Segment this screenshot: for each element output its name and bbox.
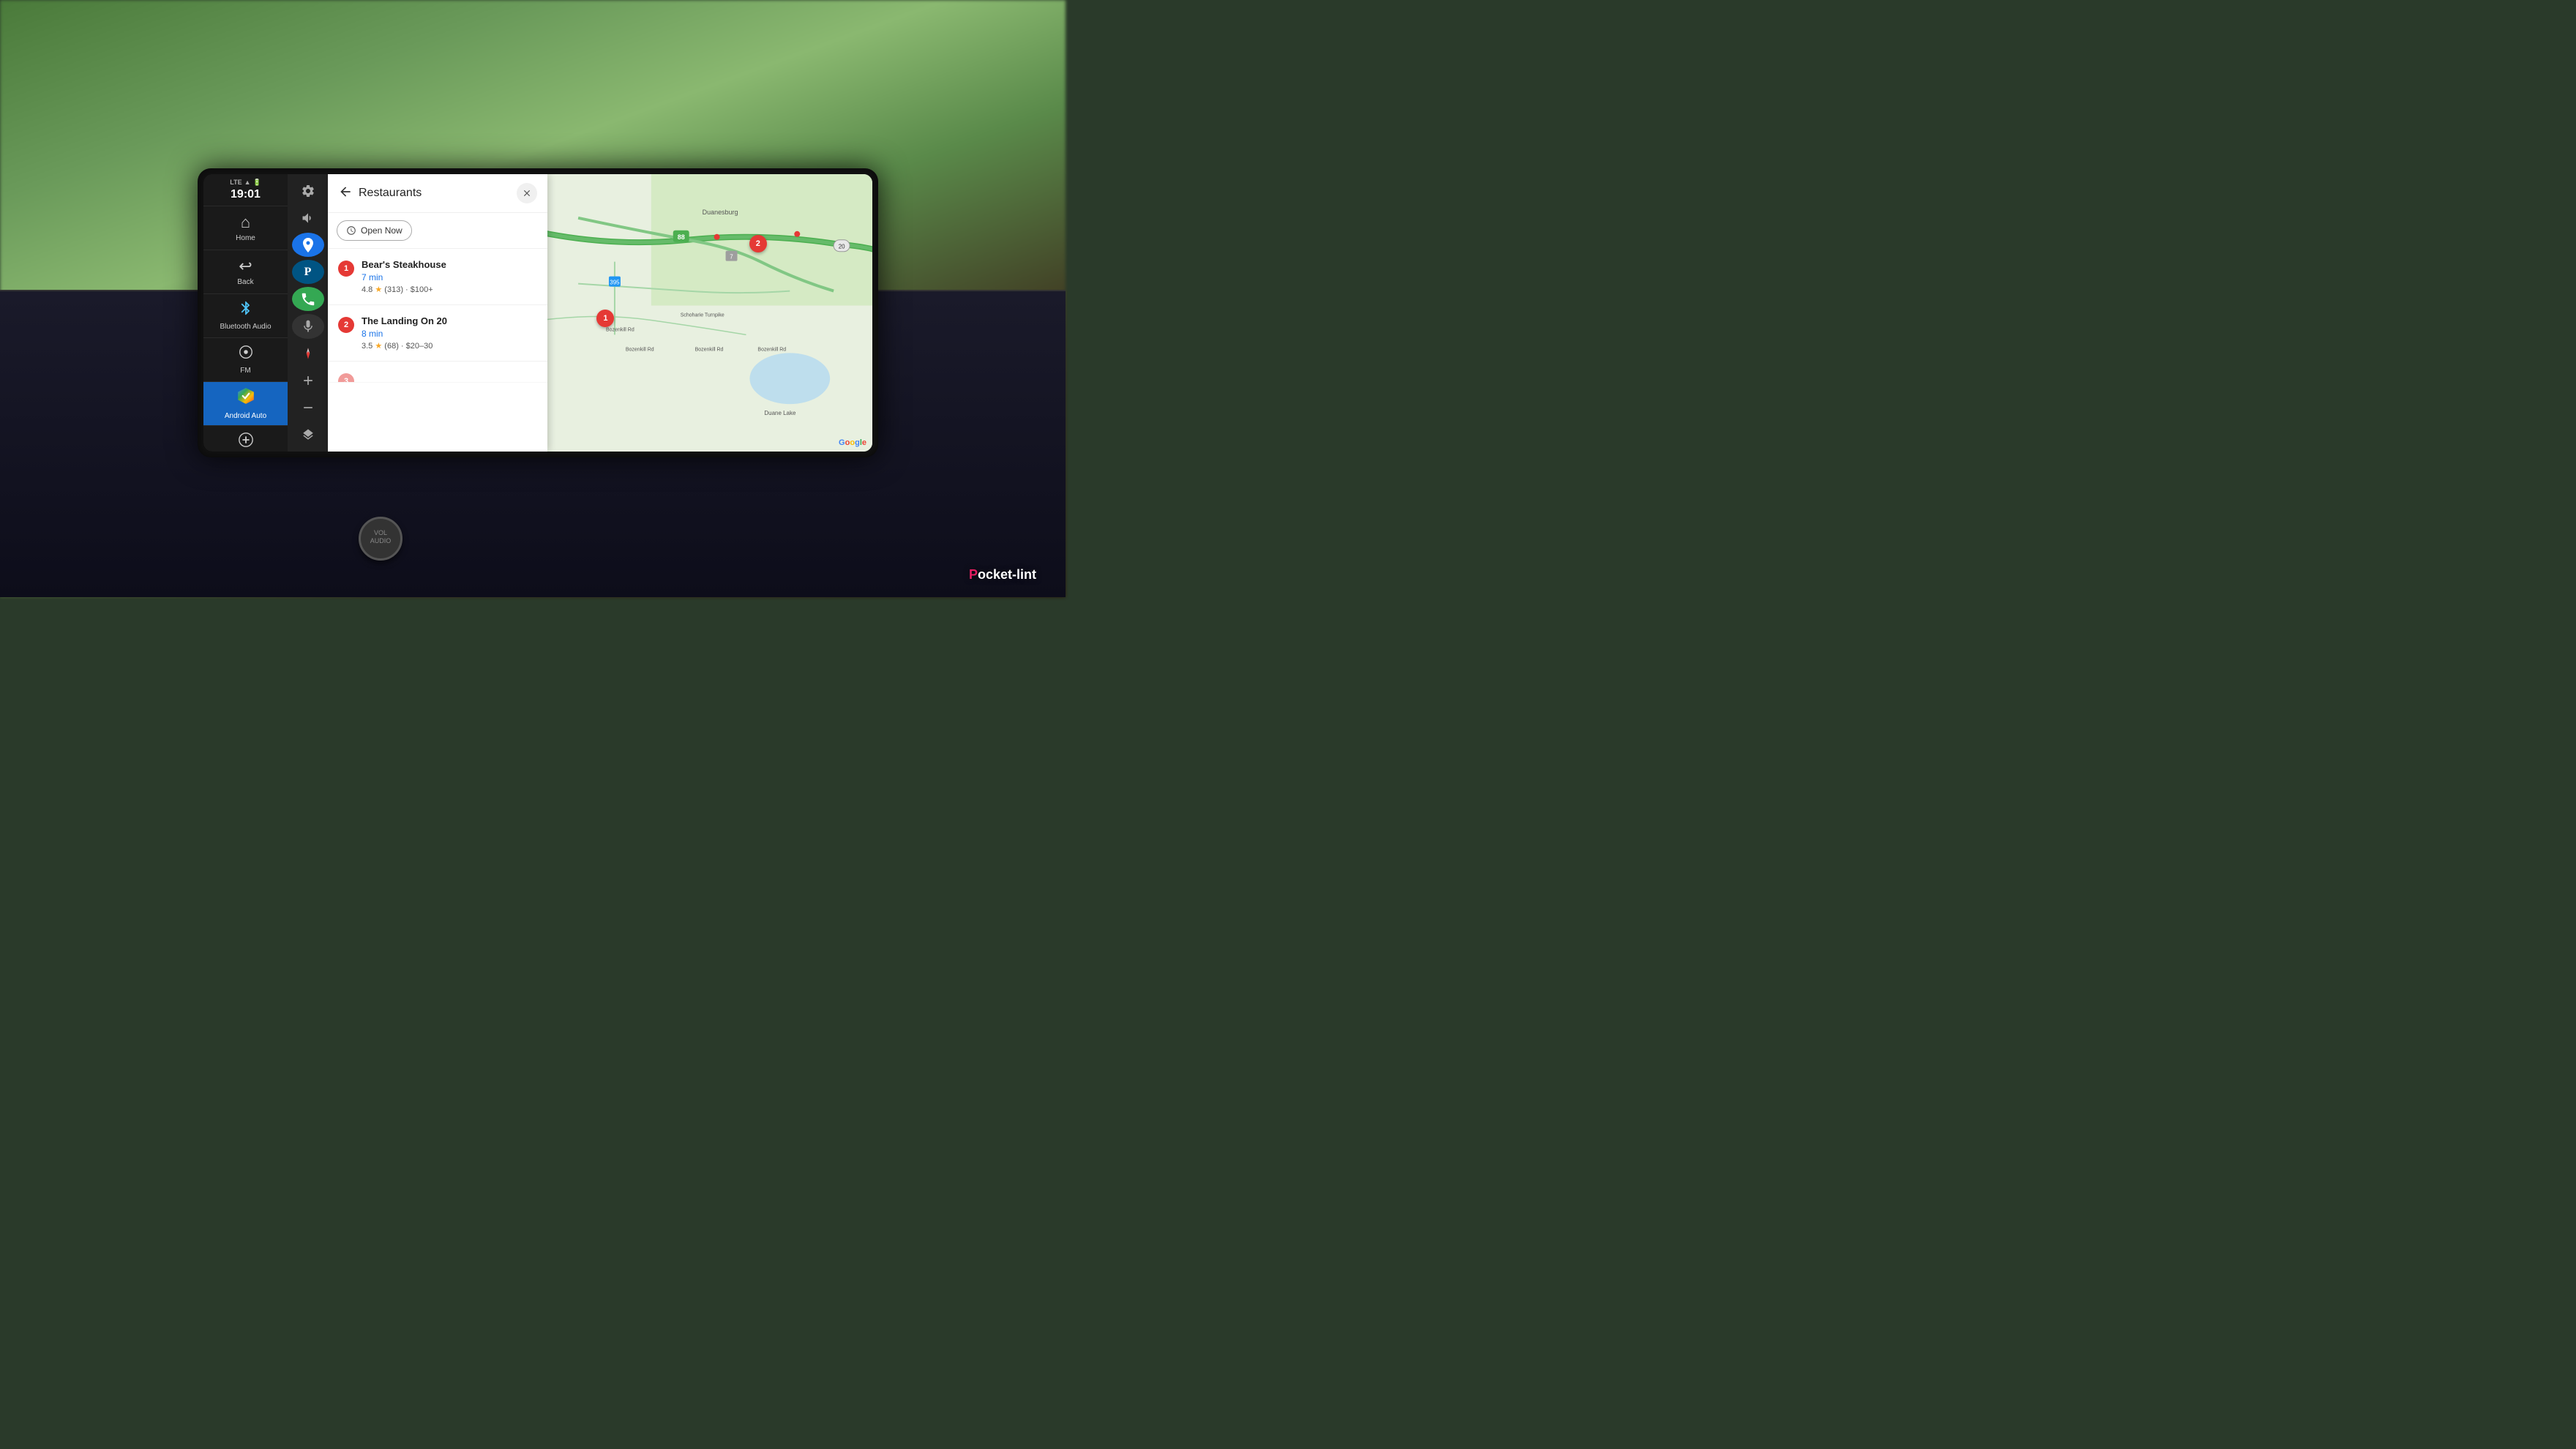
svg-text:Bozenkill Rd: Bozenkill Rd	[757, 347, 786, 352]
svg-text:20: 20	[839, 244, 845, 250]
nav-android-auto-label: Android Auto	[225, 412, 266, 421]
open-now-filter[interactable]: Open Now	[337, 220, 412, 241]
open-now-label: Open Now	[361, 225, 402, 236]
fm-icon	[238, 344, 254, 364]
item-1-rating: 4.8 ★ (313) · $100+	[362, 285, 446, 294]
item-2-star: ★	[375, 342, 384, 351]
map-pin-2-label: 2	[756, 239, 760, 248]
svg-text:Schoharie Turnpike: Schoharie Turnpike	[681, 312, 724, 318]
add-icon	[238, 432, 254, 452]
nav-fm[interactable]: FM	[203, 338, 288, 382]
svg-text:Duane Lake: Duane Lake	[764, 410, 796, 416]
item-2-info: The Landing On 20 8 min 3.5 ★ (68) · $20…	[362, 315, 447, 351]
nav-home[interactable]: ⌂ Home	[203, 206, 288, 250]
clock-display: 19:01	[231, 188, 261, 201]
signal-row: LTE ▲ 🔋	[230, 179, 261, 187]
item-2-rating-value: 3.5	[362, 342, 372, 351]
pocketlint-p: P	[969, 567, 978, 582]
home-icon: ⌂	[241, 213, 250, 232]
signal-bars: ▲	[244, 179, 251, 187]
zoom-out-button[interactable]	[292, 396, 324, 420]
restaurant-item-2[interactable]: 2 The Landing On 20 8 min 3.5 ★ (68) · $…	[328, 305, 547, 362]
map-pin-1-label: 1	[603, 314, 607, 323]
filter-row: Open Now	[328, 213, 547, 249]
vol-audio-knob[interactable]: VOL AUDIO	[359, 517, 402, 561]
svg-text:Bozenkill Rd: Bozenkill Rd	[606, 327, 634, 332]
svg-text:395: 395	[610, 280, 620, 286]
map-pin-2[interactable]: 2	[749, 235, 767, 252]
nav-back-label: Back	[237, 278, 253, 287]
layers-button[interactable]	[292, 423, 324, 447]
audio-label: AUDIO	[361, 537, 400, 545]
nav-add[interactable]: Press & Hold to Add	[203, 426, 288, 452]
item-2-header: 2 The Landing On 20 8 min 3.5 ★ (68) · $…	[338, 315, 537, 351]
volume-button[interactable]	[292, 206, 324, 230]
nav-fm-label: FM	[240, 367, 250, 375]
vol-label: VOL	[361, 529, 400, 537]
svg-text:88: 88	[678, 233, 685, 241]
back-icon: ↩	[239, 257, 252, 276]
item-2-price: $20–30	[406, 342, 433, 351]
item-1-badge: 1	[338, 261, 354, 277]
item-2-name: The Landing On 20	[362, 315, 447, 326]
nav-bluetooth-label: Bluetooth Audio	[220, 323, 271, 332]
item-1-rating-value: 4.8	[362, 285, 372, 294]
map-pin-1[interactable]: 1	[596, 310, 614, 327]
pocketlint-watermark: Pocket-lint	[969, 567, 1036, 583]
nav-home-label: Home	[236, 234, 255, 243]
item-1-name: Bear's Steakhouse	[362, 259, 446, 270]
restaurant-list[interactable]: 1 Bear's Steakhouse 7 min 4.8 ★ (313) · …	[328, 249, 547, 452]
screen-inner: LTE ▲ 🔋 19:01 ⌂ Home ↩ Back	[203, 174, 872, 452]
pandora-app-button[interactable]: P	[292, 260, 324, 284]
maps-app-button[interactable]	[292, 233, 324, 257]
lte-icon: LTE	[230, 179, 242, 187]
item-2-badge: 2	[338, 317, 354, 333]
nav-bluetooth[interactable]: Bluetooth Audio	[203, 294, 288, 338]
mic-button[interactable]	[292, 314, 324, 338]
svg-text:Bozenkill Rd: Bozenkill Rd	[626, 347, 654, 352]
screen-bezel: LTE ▲ 🔋 19:01 ⌂ Home ↩ Back	[198, 168, 878, 457]
zoom-in-button[interactable]	[292, 369, 324, 393]
item-1-star: ★	[375, 285, 384, 294]
restaurant-item-3-partial[interactable]: 3	[328, 362, 547, 383]
settings-button[interactable]	[292, 179, 324, 203]
pocketlint-text: ocket-lint	[978, 567, 1036, 582]
android-auto-icon	[236, 386, 255, 410]
item-1-duration: 7 min	[362, 272, 446, 282]
main-content: 88 395 7 Duanesburg Schoharie Turnpike B…	[328, 174, 872, 452]
item-1-price: $100+	[411, 285, 433, 294]
icon-strip: P	[288, 174, 328, 452]
battery-icon: 🔋	[253, 179, 261, 187]
svg-text:Bozenkill Rd: Bozenkill Rd	[695, 347, 724, 352]
google-watermark: Google	[839, 438, 866, 447]
bluetooth-icon	[238, 300, 254, 321]
compass-button[interactable]	[292, 342, 324, 366]
restaurant-panel: Restaurants Open Now	[328, 174, 547, 452]
panel-title: Restaurants	[359, 187, 517, 200]
panel-back-button[interactable]	[338, 184, 353, 203]
left-nav: LTE ▲ 🔋 19:01 ⌂ Home ↩ Back	[203, 174, 288, 452]
svg-text:7: 7	[730, 254, 733, 261]
item-1-info: Bear's Steakhouse 7 min 4.8 ★ (313) · $1…	[362, 259, 446, 294]
restaurant-item-1[interactable]: 1 Bear's Steakhouse 7 min 4.8 ★ (313) · …	[328, 249, 547, 305]
time-display: LTE ▲ 🔋 19:01	[203, 174, 288, 206]
nav-back[interactable]: ↩ Back	[203, 250, 288, 294]
nav-android-auto[interactable]: Android Auto	[203, 382, 288, 426]
item-2-rating: 3.5 ★ (68) · $20–30	[362, 341, 447, 351]
panel-header: Restaurants	[328, 174, 547, 213]
phone-app-button[interactable]	[292, 287, 324, 311]
svg-text:Duanesburg: Duanesburg	[703, 209, 738, 216]
item-1-header: 1 Bear's Steakhouse 7 min 4.8 ★ (313) · …	[338, 259, 537, 294]
panel-close-button[interactable]	[517, 183, 537, 203]
item-2-duration: 8 min	[362, 329, 447, 339]
